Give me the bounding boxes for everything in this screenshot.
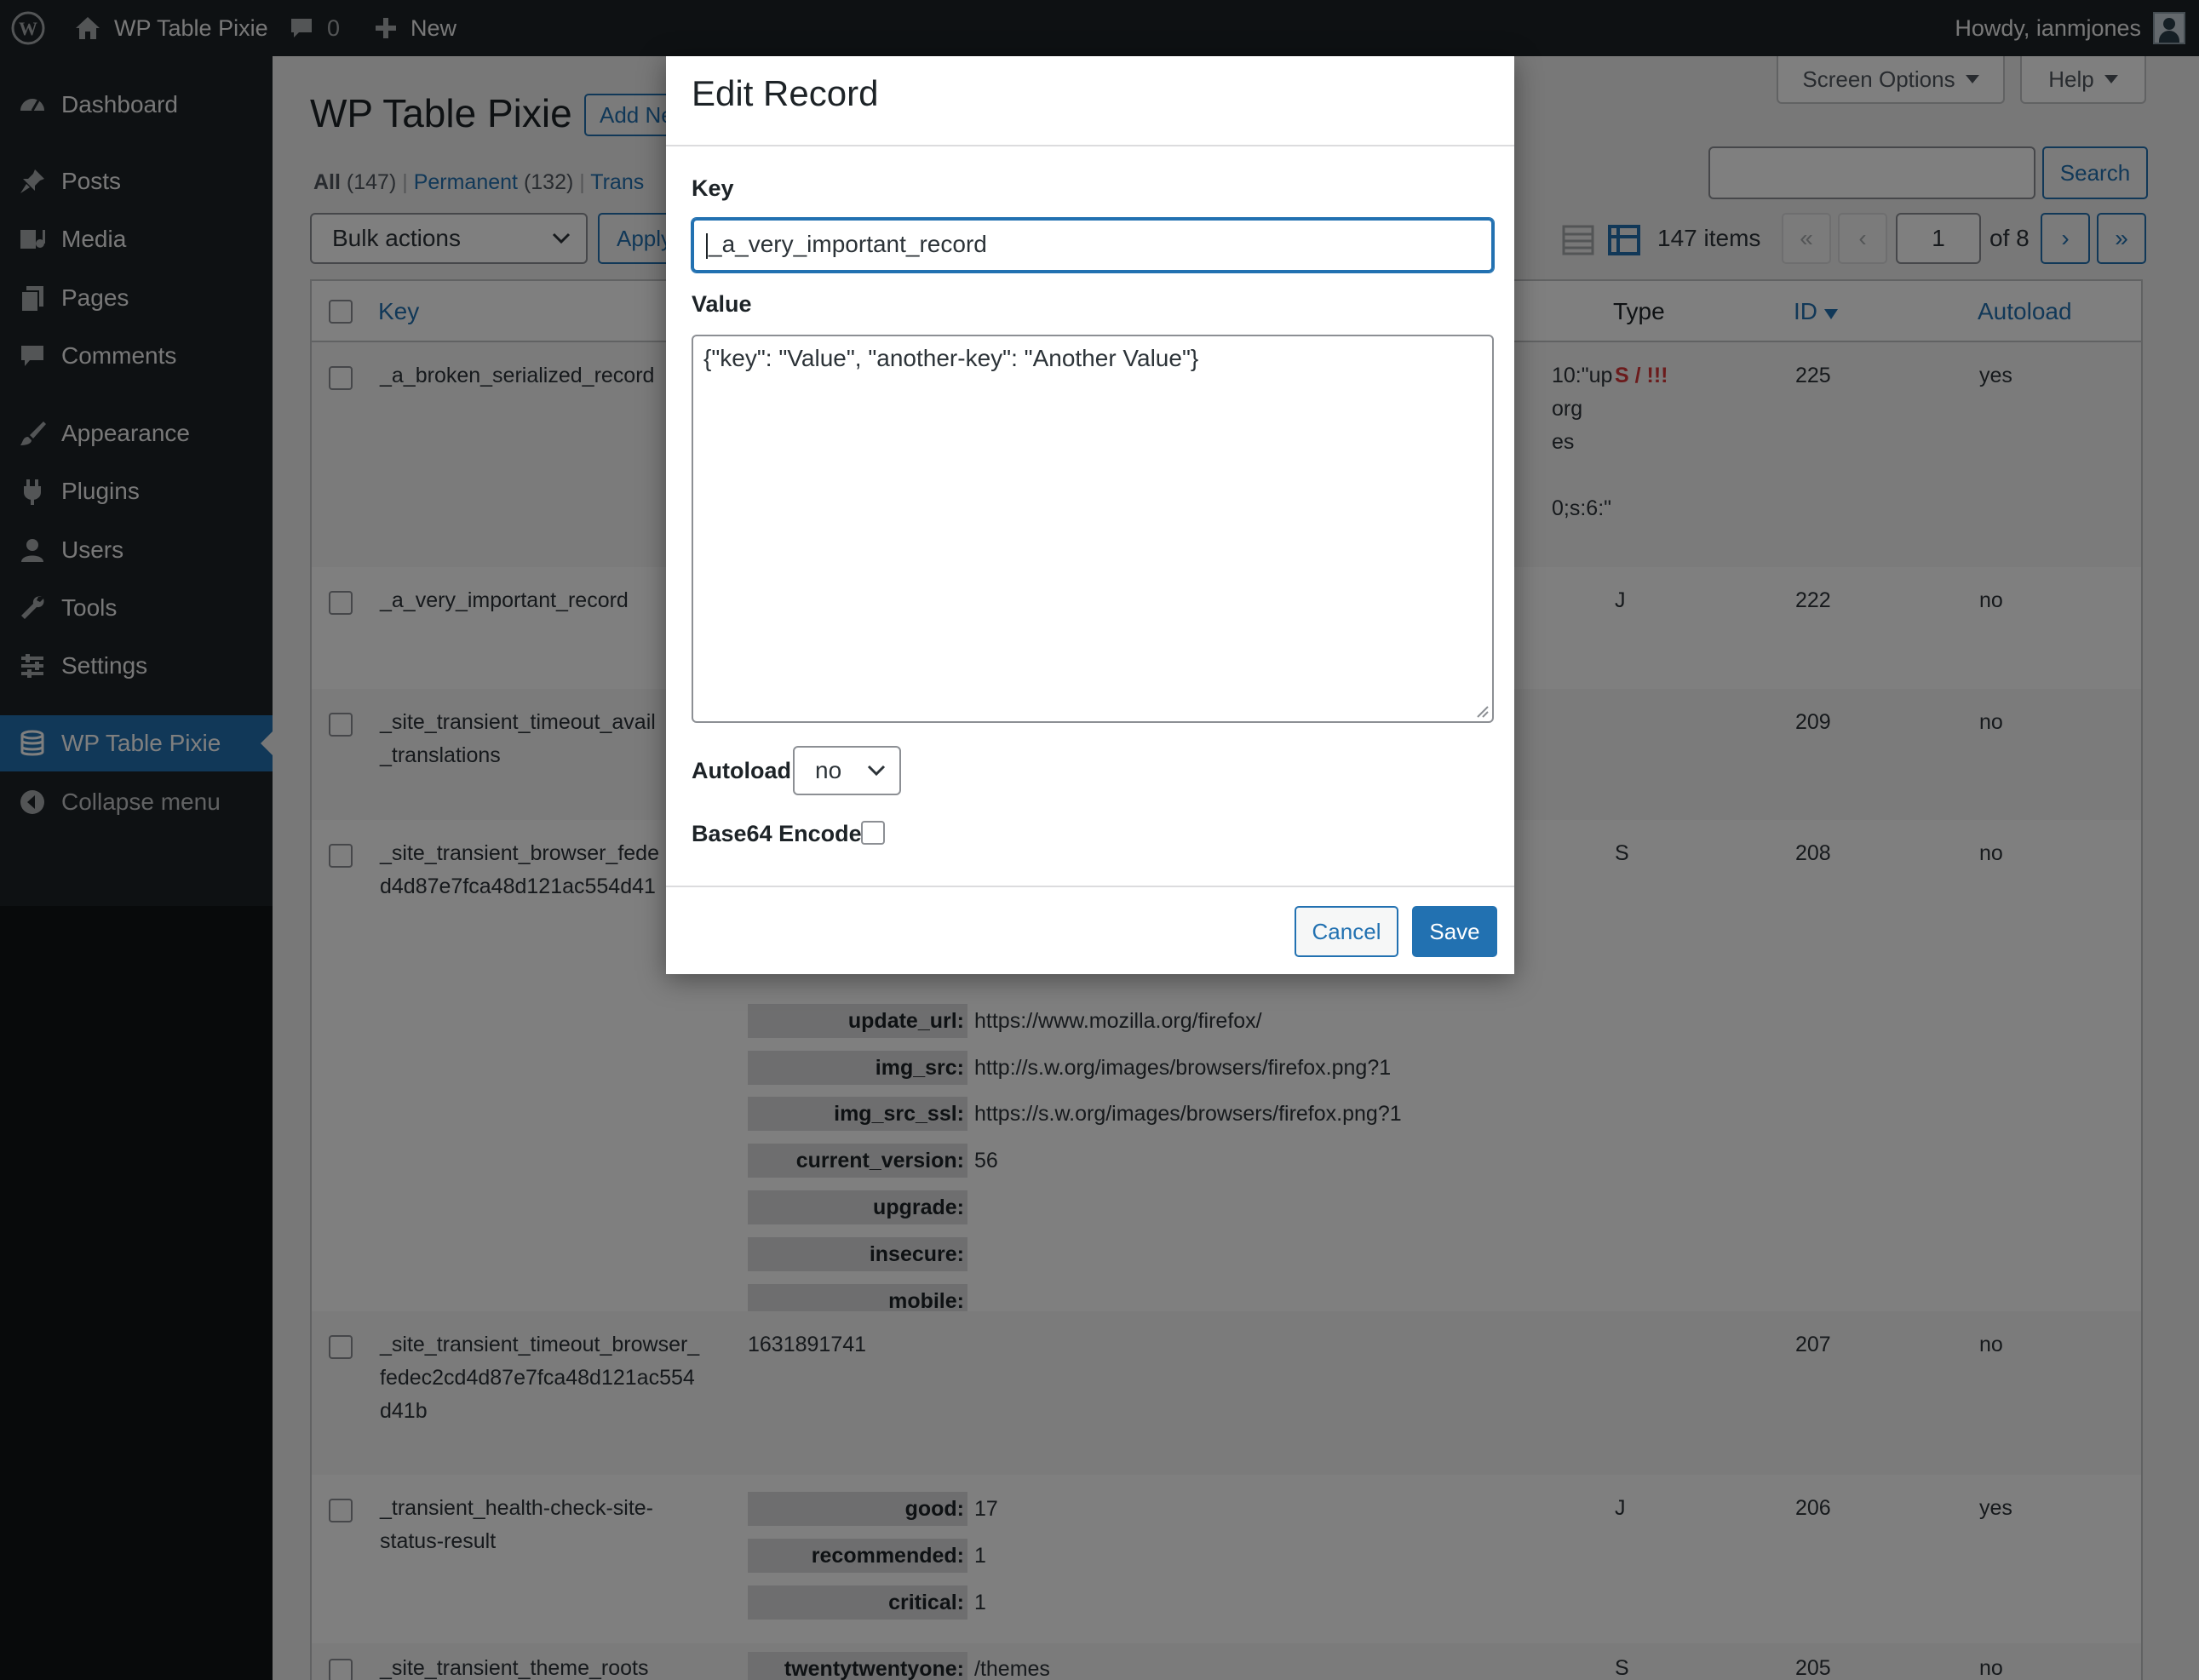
edit-record-dialog: Edit Record Key _a_very_important_record… bbox=[666, 56, 1514, 974]
base64-checkbox[interactable] bbox=[861, 821, 885, 845]
autoload-label: Autoload bbox=[692, 758, 791, 783]
save-button[interactable]: Save bbox=[1412, 906, 1497, 957]
dialog-divider bbox=[666, 886, 1514, 887]
key-label: Key bbox=[692, 175, 734, 201]
text-cursor bbox=[706, 232, 708, 259]
dialog-title: Edit Record bbox=[692, 73, 879, 113]
value-label: Value bbox=[692, 291, 752, 317]
base64-label: Base64 Encode bbox=[692, 821, 862, 846]
chevron-down-icon bbox=[867, 765, 886, 777]
value-textarea-text: {"key": "Value", "another-key": "Another… bbox=[703, 345, 1199, 371]
resize-grip-icon[interactable] bbox=[1473, 702, 1489, 718]
value-textarea[interactable]: {"key": "Value", "another-key": "Another… bbox=[692, 335, 1494, 723]
autoload-select-value: no bbox=[815, 757, 842, 783]
dialog-divider bbox=[666, 145, 1514, 146]
key-input[interactable]: _a_very_important_record bbox=[692, 218, 1494, 272]
key-input-value: _a_very_important_record bbox=[709, 231, 987, 257]
cancel-button[interactable]: Cancel bbox=[1295, 906, 1398, 957]
autoload-select[interactable]: no bbox=[793, 746, 901, 795]
